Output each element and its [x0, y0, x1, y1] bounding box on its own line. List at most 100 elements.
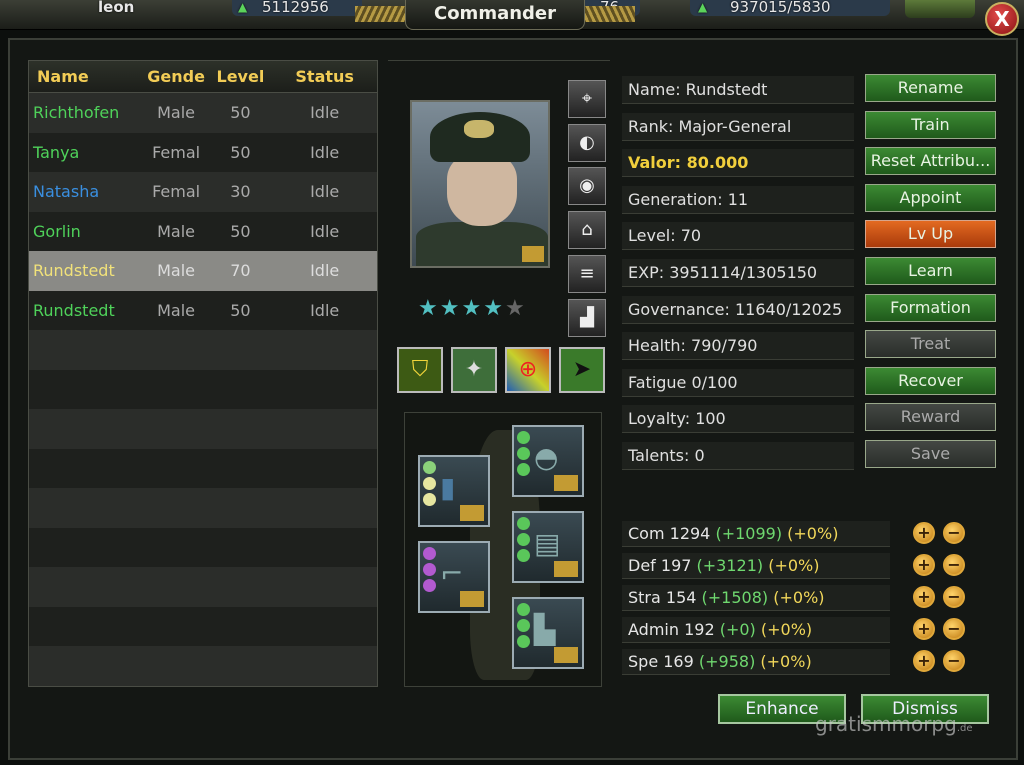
attribute-row: Admin 192 (+0) (+0%) [622, 617, 890, 643]
equip-slot-helmet[interactable]: ◓ [512, 425, 584, 497]
header-name[interactable]: Name [29, 61, 144, 92]
commander-row[interactable]: Richthofen Male 50 Idle [29, 93, 377, 133]
row-name: Gorlin [33, 221, 81, 241]
rifle-skill-icon[interactable]: ✦ [451, 347, 497, 393]
empty-row [29, 567, 377, 607]
resource-gold: ▲ 5112956 [232, 0, 362, 16]
field-level: Level: 70 [622, 222, 854, 250]
resource-gold-value: 5112956 [262, 0, 329, 16]
watermark-text: gratismmorpg [815, 712, 957, 736]
field-exp: EXP: 3951114/1305150 [622, 259, 854, 287]
reset-attributes-button[interactable]: Reset Attribu... [865, 147, 996, 175]
attribute-label: Com 1294 [628, 524, 711, 543]
field-loyalty: Loyalty: 100 [622, 405, 854, 433]
minus-button[interactable]: − [943, 554, 965, 576]
appoint-button[interactable]: Appoint [865, 184, 996, 212]
row-name: Rundstedt [33, 300, 115, 320]
field-health: Health: 790/790 [622, 332, 854, 360]
equip-slot-uniform[interactable]: ▤ [512, 511, 584, 583]
save-button[interactable]: Save [865, 440, 996, 468]
train-button[interactable]: Train [865, 111, 996, 139]
binoculars-icon[interactable]: ⌖ [568, 80, 606, 118]
target-skill-icon[interactable]: ⊕ [505, 347, 551, 393]
star-rating: ★★★★★ [418, 296, 527, 321]
recover-button[interactable]: Recover [865, 367, 996, 395]
minus-button[interactable]: − [943, 650, 965, 672]
chart-icon[interactable]: ▟ [568, 299, 606, 337]
plus-button[interactable]: + [913, 522, 935, 544]
window-title: Commander [405, 0, 585, 30]
header-gender[interactable]: Gende [144, 61, 209, 92]
empty-row [29, 369, 377, 409]
equip-slot-boots[interactable]: ▙ [512, 597, 584, 669]
field-rank: Rank: Major-General [622, 113, 854, 141]
plus-button[interactable]: + [913, 554, 935, 576]
wing-ornament-right [585, 6, 635, 22]
attribute-bonus: (+1508) [701, 588, 769, 607]
layers-icon[interactable]: ≡ [568, 255, 606, 293]
equip-slot-pistol[interactable]: ⌐ [418, 541, 490, 613]
row-name: Richthofen [33, 103, 120, 122]
empty-row [29, 448, 377, 488]
field-generation: Generation: 11 [622, 186, 854, 214]
watermark-logo: gratismmorpg.de [815, 712, 973, 736]
commander-row[interactable]: Tanya Femal 50 Idle [29, 132, 377, 172]
row-level: 70 [230, 261, 251, 280]
attribute-percent: (+0%) [760, 652, 812, 671]
plus-button[interactable]: + [913, 650, 935, 672]
attribute-bonus: (+3121) [696, 556, 764, 575]
commander-row[interactable]: Gorlin Male 50 Idle [29, 211, 377, 251]
attribute-row: Spe 169 (+958) (+0%) [622, 649, 890, 675]
row-status: Idle [310, 103, 340, 122]
row-gender: Femal [152, 182, 201, 201]
attribute-row: Def 197 (+3121) (+0%) [622, 553, 890, 579]
arrow-up-icon: ▲ [698, 0, 708, 14]
wing-ornament-left [355, 6, 405, 22]
commander-row[interactable]: Rundstedt Male 50 Idle [29, 290, 377, 330]
scope-icon[interactable]: ◐ [568, 124, 606, 162]
shield-skill-icon[interactable]: ⛉ [397, 347, 443, 393]
treat-button[interactable]: Treat [865, 330, 996, 358]
star-icon: ★ [504, 296, 527, 321]
formation-button[interactable]: Formation [865, 294, 996, 322]
row-status: Idle [310, 261, 340, 280]
minus-button[interactable]: − [943, 586, 965, 608]
attribute-percent: (+0%) [760, 620, 813, 639]
row-gender: Male [157, 103, 196, 122]
rename-button[interactable]: Rename [865, 74, 996, 102]
learn-button[interactable]: Learn [865, 257, 996, 285]
row-level: 50 [230, 103, 251, 122]
player-name: leon [98, 0, 135, 16]
row-name: Tanya [33, 142, 80, 162]
runner-skill-icon[interactable]: ➤ [559, 347, 605, 393]
row-gender: Male [157, 221, 196, 241]
empty-row [29, 606, 377, 646]
helmet-icon[interactable]: ◉ [568, 167, 606, 205]
building-icon[interactable]: ⌂ [568, 211, 606, 249]
watermark-suffix: .de [956, 723, 973, 734]
header-status[interactable]: Status [272, 61, 377, 92]
list-rows: Richthofen Male 50 Idle Tanya Femal 50 Idle Nata… [29, 93, 377, 686]
star-icon: ★ [461, 296, 484, 321]
arrow-up-icon: ▲ [238, 0, 248, 14]
plus-button[interactable]: + [913, 586, 935, 608]
empty-row [29, 409, 377, 449]
row-level: 30 [230, 182, 251, 201]
field-name: Name: Rundstedt [622, 76, 854, 104]
star-icon: ★ [483, 296, 505, 321]
lv-up-button[interactable]: Lv Up [865, 220, 996, 248]
minus-button[interactable]: − [943, 522, 965, 544]
field-governance: Governance: 11640/12025 [622, 296, 854, 324]
commander-row[interactable]: Natasha Femal 30 Idle [29, 172, 377, 212]
row-status: Idle [310, 300, 340, 320]
row-name: Natasha [33, 182, 100, 201]
header-level[interactable]: Level [209, 61, 273, 92]
commander-portrait [410, 100, 550, 268]
reward-button[interactable]: Reward [865, 403, 996, 431]
commander-row[interactable]: Rundstedt Male 70 Idle [29, 251, 377, 291]
equip-slot-badge[interactable]: ▮ [418, 455, 490, 527]
plus-button[interactable]: + [913, 618, 935, 640]
attribute-label: Spe 169 [628, 652, 694, 671]
minus-button[interactable]: − [943, 618, 965, 640]
close-button[interactable]: X [985, 2, 1019, 36]
